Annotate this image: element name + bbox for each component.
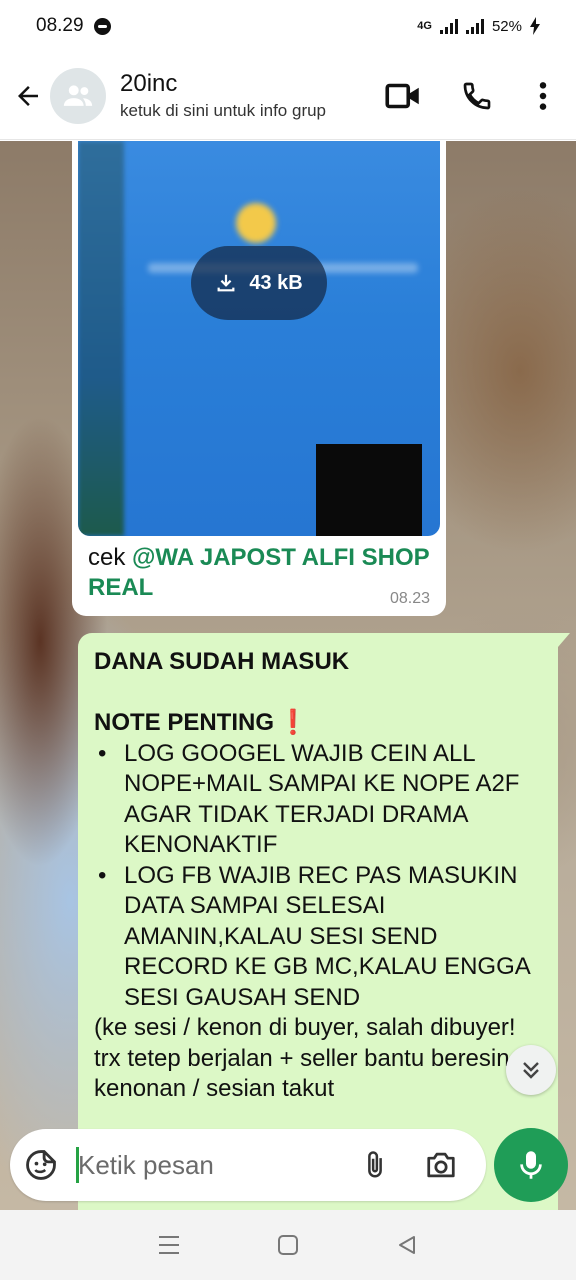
paperclip-icon <box>368 1151 382 1178</box>
camera-icon <box>427 1152 455 1178</box>
more-options-button[interactable] <box>519 72 567 120</box>
arrow-left-icon <box>18 85 38 106</box>
charging-icon <box>530 17 540 35</box>
image-caption: cek @WA JAPOST ALFI SHOP REAL <box>88 544 430 601</box>
note-heading: NOTE PENTING ❗ <box>94 709 308 736</box>
mention-link-continued[interactable]: REAL <box>88 574 153 601</box>
download-size: 43 kB <box>249 271 303 294</box>
home-button[interactable] <box>266 1223 310 1267</box>
sticker-button[interactable] <box>16 1140 66 1190</box>
message-composer <box>10 1129 486 1201</box>
microphone-icon <box>520 1151 542 1179</box>
image-preview[interactable]: 43 kB <box>78 141 440 536</box>
battery-level: 52% <box>491 17 522 35</box>
group-info[interactable]: 20inc ketuk di sini untuk info grup <box>120 69 375 123</box>
phone-icon <box>463 82 491 109</box>
download-button[interactable]: 43 kB <box>191 246 327 320</box>
group-icon <box>63 84 93 106</box>
message-input[interactable] <box>78 1145 348 1185</box>
menu-lines-icon <box>159 1236 180 1254</box>
camera-button[interactable] <box>416 1140 466 1190</box>
system-nav-bar <box>0 1210 576 1280</box>
status-time: 08.29 <box>36 15 84 36</box>
video-call-button[interactable] <box>379 72 427 120</box>
signal-icon-2 <box>465 18 484 34</box>
double-chevron-down-icon <box>523 1062 539 1079</box>
signal-icon <box>439 18 458 34</box>
home-square-icon <box>277 1235 298 1255</box>
note-list: LOG GOOGEL WAJIB CEIN ALL NOPE+MAIL SAMP… <box>94 739 542 1014</box>
incoming-image-message[interactable]: 43 kB cek @WA JAPOST ALFI SHOP REAL 08.2… <box>72 141 446 616</box>
group-avatar[interactable] <box>50 67 106 124</box>
back-nav-button[interactable] <box>385 1223 429 1267</box>
sticker-smiley-icon <box>26 1150 56 1180</box>
attach-button[interactable] <box>352 1140 398 1190</box>
exclamation-icon: ❗ <box>278 709 308 736</box>
message-time: 08.23 <box>389 590 430 607</box>
network-type: 4G <box>417 19 432 32</box>
kebab-menu-icon <box>539 81 547 110</box>
back-button[interactable] <box>6 74 50 118</box>
notification-icon <box>93 17 111 35</box>
list-item: LOG FB WAJIB REC PAS MASUKIN DATA SAMPAI… <box>94 861 542 1014</box>
chat-title: 20inc <box>120 69 178 97</box>
voice-record-button[interactable] <box>494 1128 568 1202</box>
triangle-back-icon <box>398 1236 415 1254</box>
video-camera-icon <box>385 83 419 108</box>
chat-header: 20inc ketuk di sini untuk info grup <box>0 52 576 140</box>
mention-link[interactable]: @WA JAPOST ALFI SHOP <box>132 544 430 571</box>
status-indicators: 4G 52% <box>417 17 540 35</box>
message-line: DANA SUDAH MASUK <box>94 648 350 675</box>
download-icon <box>217 274 235 292</box>
message-tail-text: (ke sesi / kenon di buyer, salah dibuyer… <box>94 1014 516 1102</box>
scroll-to-bottom-button[interactable] <box>506 1045 556 1095</box>
voice-call-button[interactable] <box>453 72 501 120</box>
status-bar: 08.29 4G 52% <box>0 0 576 52</box>
recent-apps-button[interactable] <box>147 1223 191 1267</box>
chat-subtitle: ketuk di sini untuk info grup <box>120 100 327 120</box>
list-item: LOG GOOGEL WAJIB CEIN ALL NOPE+MAIL SAMP… <box>94 739 542 861</box>
outgoing-text-message[interactable]: DANA SUDAH MASUK NOTE PENTING❗ LOG GOOGE… <box>78 633 570 1210</box>
chat-area[interactable]: 43 kB cek @WA JAPOST ALFI SHOP REAL 08.2… <box>0 141 576 1210</box>
